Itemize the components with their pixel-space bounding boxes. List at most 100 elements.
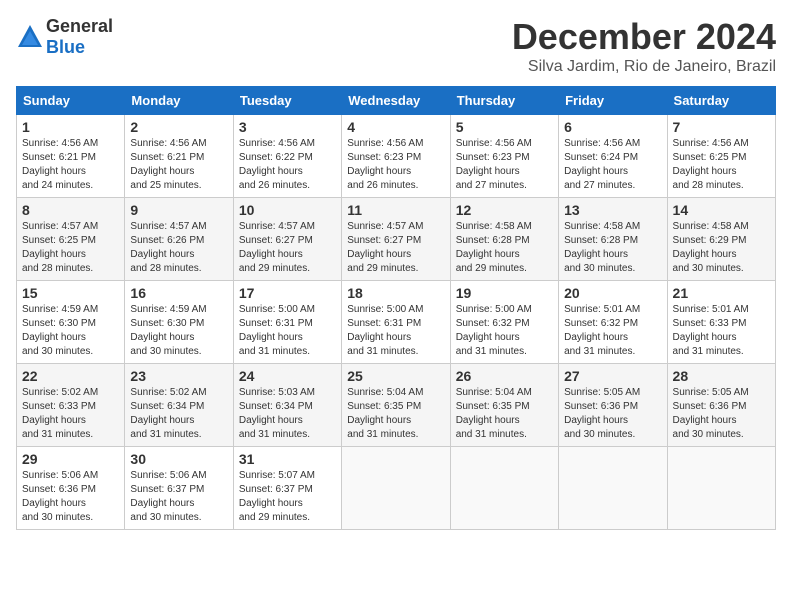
calendar-cell: 14 Sunrise: 4:58 AMSunset: 6:29 PMDayligh… — [667, 198, 775, 281]
calendar-row: 29 Sunrise: 5:06 AMSunset: 6:36 PMDayligh… — [17, 447, 776, 530]
calendar-row: 22 Sunrise: 5:02 AMSunset: 6:33 PMDayligh… — [17, 364, 776, 447]
calendar-cell: 19 Sunrise: 5:00 AMSunset: 6:32 PMDayligh… — [450, 281, 558, 364]
calendar-cell: 3 Sunrise: 4:56 AMSunset: 6:22 PMDaylight… — [233, 115, 341, 198]
calendar-cell — [450, 447, 558, 530]
calendar-cell: 22 Sunrise: 5:02 AMSunset: 6:33 PMDayligh… — [17, 364, 125, 447]
day-number: 4 — [347, 119, 444, 135]
day-info: Sunrise: 4:56 AMSunset: 6:23 PMDaylight … — [347, 137, 444, 193]
day-info: Sunrise: 5:01 AMSunset: 6:32 PMDaylight … — [564, 303, 661, 359]
day-number: 14 — [673, 202, 770, 218]
day-number: 22 — [22, 368, 119, 384]
title-section: December 2024 Silva Jardim, Rio de Janei… — [512, 16, 776, 76]
day-number: 29 — [22, 451, 119, 467]
day-info: Sunrise: 5:04 AMSunset: 6:35 PMDaylight … — [347, 386, 444, 442]
day-number: 27 — [564, 368, 661, 384]
day-info: Sunrise: 4:58 AMSunset: 6:29 PMDaylight … — [673, 220, 770, 276]
calendar-cell: 24Sunrise: 5:03 AMSunset: 6:34 PMDayligh… — [233, 364, 341, 447]
calendar-cell — [559, 447, 667, 530]
header-tuesday: Tuesday — [233, 87, 341, 115]
day-info: Sunrise: 4:56 AMSunset: 6:22 PMDaylight … — [239, 137, 336, 193]
logo-blue: Blue — [46, 37, 85, 57]
calendar-row: 8 Sunrise: 4:57 AMSunset: 6:25 PMDaylight… — [17, 198, 776, 281]
day-number: 2 — [130, 119, 227, 135]
header-sunday: Sunday — [17, 87, 125, 115]
day-number: 5 — [456, 119, 553, 135]
calendar-cell: 7 Sunrise: 4:56 AMSunset: 6:25 PMDaylight… — [667, 115, 775, 198]
day-info: Sunrise: 5:06 AMSunset: 6:37 PMDaylight … — [130, 469, 227, 525]
day-number: 24 — [239, 368, 336, 384]
day-number: 23 — [130, 368, 227, 384]
day-info: Sunrise: 5:06 AMSunset: 6:36 PMDaylight … — [22, 469, 119, 525]
calendar-table: Sunday Monday Tuesday Wednesday Thursday… — [16, 86, 776, 530]
calendar-cell: 9 Sunrise: 4:57 AMSunset: 6:26 PMDaylight… — [125, 198, 233, 281]
day-info: Sunrise: 5:00 AMSunset: 6:31 PMDaylight … — [239, 303, 336, 359]
calendar-cell: 12Sunrise: 4:58 AMSunset: 6:28 PMDayligh… — [450, 198, 558, 281]
day-info: Sunrise: 5:04 AMSunset: 6:35 PMDaylight … — [456, 386, 553, 442]
day-info: Sunrise: 4:56 AMSunset: 6:24 PMDaylight … — [564, 137, 661, 193]
day-info: Sunrise: 4:57 AMSunset: 6:27 PMDaylight … — [347, 220, 444, 276]
day-number: 1 — [22, 119, 119, 135]
logo-icon — [16, 23, 44, 51]
day-number: 28 — [673, 368, 770, 384]
day-number: 19 — [456, 285, 553, 301]
calendar-cell: 29 Sunrise: 5:06 AMSunset: 6:36 PMDayligh… — [17, 447, 125, 530]
day-info: Sunrise: 4:57 AMSunset: 6:26 PMDaylight … — [130, 220, 227, 276]
calendar-cell: 28Sunrise: 5:05 AMSunset: 6:36 PMDayligh… — [667, 364, 775, 447]
header-friday: Friday — [559, 87, 667, 115]
logo: General Blue — [16, 16, 113, 58]
calendar-cell: 25Sunrise: 5:04 AMSunset: 6:35 PMDayligh… — [342, 364, 450, 447]
day-info: Sunrise: 4:59 AMSunset: 6:30 PMDaylight … — [130, 303, 227, 359]
calendar-cell: 23 Sunrise: 5:02 AMSunset: 6:34 PMDayligh… — [125, 364, 233, 447]
day-info: Sunrise: 4:56 AMSunset: 6:25 PMDaylight … — [673, 137, 770, 193]
calendar-cell: 11 Sunrise: 4:57 AMSunset: 6:27 PMDayligh… — [342, 198, 450, 281]
day-info: Sunrise: 5:02 AMSunset: 6:34 PMDaylight … — [130, 386, 227, 442]
day-number: 16 — [130, 285, 227, 301]
calendar-cell: 15Sunrise: 4:59 AMSunset: 6:30 PMDayligh… — [17, 281, 125, 364]
page-header: General Blue December 2024 Silva Jardim,… — [16, 16, 776, 76]
logo-general: General — [46, 16, 113, 36]
calendar-cell: 16 Sunrise: 4:59 AMSunset: 6:30 PMDayligh… — [125, 281, 233, 364]
day-number: 31 — [239, 451, 336, 467]
day-info: Sunrise: 5:02 AMSunset: 6:33 PMDaylight … — [22, 386, 119, 442]
day-number: 12 — [456, 202, 553, 218]
calendar-cell: 8 Sunrise: 4:57 AMSunset: 6:25 PMDaylight… — [17, 198, 125, 281]
calendar-cell: 20 Sunrise: 5:01 AMSunset: 6:32 PMDayligh… — [559, 281, 667, 364]
header-monday: Monday — [125, 87, 233, 115]
calendar-cell: 4 Sunrise: 4:56 AMSunset: 6:23 PMDaylight… — [342, 115, 450, 198]
day-info: Sunrise: 5:05 AMSunset: 6:36 PMDaylight … — [564, 386, 661, 442]
day-number: 7 — [673, 119, 770, 135]
day-info: Sunrise: 4:58 AMSunset: 6:28 PMDaylight … — [564, 220, 661, 276]
calendar-cell — [667, 447, 775, 530]
day-info: Sunrise: 4:56 AMSunset: 6:23 PMDaylight … — [456, 137, 553, 193]
day-number: 3 — [239, 119, 336, 135]
calendar-cell: 17 Sunrise: 5:00 AMSunset: 6:31 PMDayligh… — [233, 281, 341, 364]
day-info: Sunrise: 5:01 AMSunset: 6:33 PMDaylight … — [673, 303, 770, 359]
calendar-cell: 21Sunrise: 5:01 AMSunset: 6:33 PMDayligh… — [667, 281, 775, 364]
day-number: 20 — [564, 285, 661, 301]
day-number: 18 — [347, 285, 444, 301]
day-number: 11 — [347, 202, 444, 218]
day-number: 9 — [130, 202, 227, 218]
calendar-cell — [342, 447, 450, 530]
calendar-cell: 13Sunrise: 4:58 AMSunset: 6:28 PMDayligh… — [559, 198, 667, 281]
calendar-cell: 10Sunrise: 4:57 AMSunset: 6:27 PMDayligh… — [233, 198, 341, 281]
calendar-cell: 5 Sunrise: 4:56 AMSunset: 6:23 PMDaylight… — [450, 115, 558, 198]
day-info: Sunrise: 5:07 AMSunset: 6:37 PMDaylight … — [239, 469, 336, 525]
day-number: 15 — [22, 285, 119, 301]
day-info: Sunrise: 5:00 AMSunset: 6:31 PMDaylight … — [347, 303, 444, 359]
calendar-cell: 18 Sunrise: 5:00 AMSunset: 6:31 PMDayligh… — [342, 281, 450, 364]
day-info: Sunrise: 5:00 AMSunset: 6:32 PMDaylight … — [456, 303, 553, 359]
month-title: December 2024 — [512, 16, 776, 58]
day-number: 17 — [239, 285, 336, 301]
day-info: Sunrise: 4:57 AMSunset: 6:25 PMDaylight … — [22, 220, 119, 276]
calendar-row: 15 Sunrise: 4:59 AMSunset: 6:30 PMDayligh… — [17, 281, 776, 364]
day-number: 8 — [22, 202, 119, 218]
day-info: Sunrise: 4:56 AMSunset: 6:21 PMDaylight … — [22, 137, 119, 193]
calendar-cell: 1 Sunrise: 4:56 AMSunset: 6:21 PMDaylight… — [17, 115, 125, 198]
day-info: Sunrise: 4:56 AMSunset: 6:21 PMDaylight … — [130, 137, 227, 193]
header-wednesday: Wednesday — [342, 87, 450, 115]
calendar-cell: 6 Sunrise: 4:56 AMSunset: 6:24 PMDaylight… — [559, 115, 667, 198]
day-number: 6 — [564, 119, 661, 135]
calendar-cell: 26Sunrise: 5:04 AMSunset: 6:35 PMDayligh… — [450, 364, 558, 447]
calendar-cell: 31 Sunrise: 5:07 AMSunset: 6:37 PMDayligh… — [233, 447, 341, 530]
